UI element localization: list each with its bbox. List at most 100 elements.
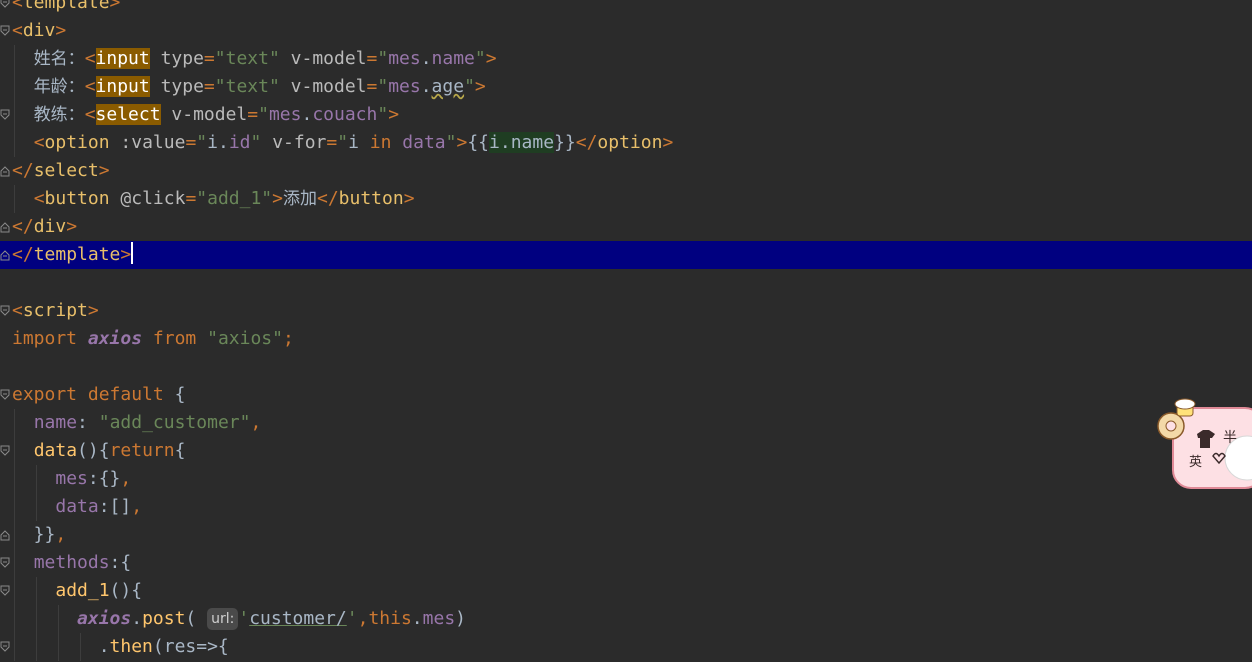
code-token: default — [87, 384, 164, 405]
code-line[interactable]: <script> — [0, 297, 1252, 325]
code-line[interactable]: }}, — [0, 521, 1252, 549]
code-line[interactable]: data:[], — [0, 493, 1252, 521]
code-token: this — [368, 608, 412, 629]
code-token: age — [431, 76, 465, 97]
code-token: "axios" — [207, 328, 283, 349]
indent-guide — [36, 577, 37, 605]
code-token: data — [33, 440, 78, 461]
fold-marker-icon[interactable] — [0, 529, 10, 541]
code-line[interactable]: mes:{}, — [0, 465, 1252, 493]
code-token: " — [196, 132, 208, 153]
code-token: type — [160, 76, 204, 97]
code-line[interactable]: </template> — [0, 241, 1252, 269]
code-token: < — [84, 104, 96, 125]
fold-marker-icon[interactable] — [0, 389, 10, 401]
code-line[interactable]: methods:{ — [0, 549, 1252, 577]
code-token: "add_customer" — [98, 412, 251, 433]
code-token: button — [338, 188, 404, 209]
code-token: return — [109, 440, 175, 461]
indent-guide — [14, 549, 15, 577]
code-token: couach — [312, 104, 378, 125]
fold-marker-icon[interactable] — [0, 109, 10, 121]
fold-marker-icon[interactable] — [0, 305, 10, 317]
code-line[interactable]: name: "add_customer", — [0, 409, 1252, 437]
code-token: 添加 — [282, 189, 317, 209]
code-token: ( — [185, 608, 208, 629]
indent-guide — [14, 129, 15, 157]
code-line[interactable]: 教练：<select v-model="mes.couach"> — [0, 101, 1252, 129]
code-token: export — [12, 384, 78, 405]
code-token: = — [326, 132, 338, 153]
code-token: script — [22, 300, 88, 321]
code-token: data — [55, 496, 99, 517]
code-token: "text" — [214, 76, 280, 97]
code-line[interactable]: 年龄：<input type="text" v-model="mes.age"> — [0, 73, 1252, 101]
code-line[interactable]: <template> — [0, 0, 1252, 17]
indent-guide — [14, 73, 15, 101]
code-line[interactable]: data(){return{ — [0, 437, 1252, 465]
code-line[interactable]: <button @click="add_1">添加</button> — [0, 185, 1252, 213]
code-line[interactable]: import axios from "axios"; — [0, 325, 1252, 353]
code-token: " — [250, 132, 262, 153]
code-line[interactable] — [0, 353, 1252, 381]
code-token: v-for — [272, 132, 327, 153]
code-token: mes — [55, 468, 88, 489]
fold-marker-icon[interactable] — [0, 221, 10, 233]
fold-marker-icon[interactable] — [0, 249, 10, 261]
code-token: name — [431, 48, 475, 69]
fold-marker-icon[interactable] — [0, 641, 10, 653]
code-line[interactable]: </div> — [0, 213, 1252, 241]
code-token: ) — [455, 608, 466, 629]
code-line[interactable] — [0, 269, 1252, 297]
fold-marker-icon[interactable] — [0, 445, 10, 457]
indent-guide — [58, 633, 59, 661]
indent-guide — [36, 633, 37, 661]
code-line[interactable]: export default { — [0, 381, 1252, 409]
code-token: (){ — [109, 580, 143, 601]
code-token: {{ — [467, 132, 490, 153]
code-line[interactable]: .then(res=>{ — [0, 633, 1252, 661]
code-token: </ — [575, 132, 598, 153]
code-token: 年龄： — [33, 77, 85, 97]
code-token: > — [66, 216, 78, 237]
code-token: mes — [422, 608, 456, 629]
code-token: " — [445, 132, 457, 153]
code-token: input — [95, 48, 150, 69]
fold-marker-icon[interactable] — [0, 557, 10, 569]
code-token: option — [597, 132, 663, 153]
code-line[interactable]: <option :value="i.id" v-for="i in data">… — [0, 129, 1252, 157]
code-line[interactable]: 姓名：<input type="text" v-model="mes.name"… — [0, 45, 1252, 73]
fold-marker-icon[interactable] — [0, 25, 10, 37]
code-token: < — [33, 188, 45, 209]
code-token: i.name — [489, 132, 555, 153]
code-editor[interactable]: <template> <div> 姓名：<input type="text" v-… — [0, 0, 1252, 661]
fold-marker-icon[interactable] — [0, 585, 10, 597]
code-line[interactable]: add_1(){ — [0, 577, 1252, 605]
code-token: template — [33, 244, 121, 265]
svg-text:半: 半 — [1223, 430, 1237, 446]
fold-marker-icon[interactable] — [0, 0, 10, 9]
code-line[interactable]: </select> — [0, 157, 1252, 185]
code-token: > — [120, 244, 132, 265]
code-token: template — [22, 0, 110, 13]
code-token: = — [366, 48, 378, 69]
code-line[interactable]: <div> — [0, 17, 1252, 45]
code-token: " — [258, 104, 269, 125]
code-token: " — [377, 48, 389, 69]
code-token: :[] — [98, 496, 132, 517]
fold-marker-icon[interactable] — [0, 165, 10, 177]
code-line[interactable]: axios.post( url:'customer/',this.mes) — [0, 605, 1252, 633]
